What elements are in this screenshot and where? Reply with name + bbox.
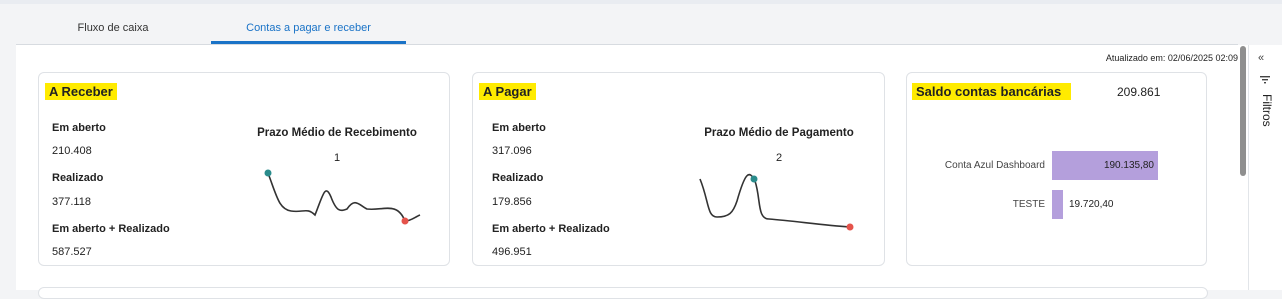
- prazo-medio-title: Prazo Médio de Recebimento: [257, 127, 417, 139]
- sparkline-start-point: [264, 169, 272, 177]
- saldo-total-value: 209.861: [1117, 85, 1161, 99]
- card-a-pagar: A Pagar Em aberto 317.096 Realizado 179.…: [472, 72, 885, 266]
- total-value: 587.527: [52, 246, 92, 258]
- card-saldo-contas-bancarias: Saldo contas bancárias 209.861 Conta Azu…: [906, 72, 1207, 266]
- sparkline-end-point: [401, 217, 409, 225]
- double-chevron-left-icon[interactable]: «: [1258, 52, 1264, 64]
- account-bar[interactable]: [1052, 190, 1063, 219]
- total-value: 496.951: [492, 246, 532, 258]
- account-label: TESTE: [1012, 199, 1045, 210]
- em-aberto-label: Em aberto: [492, 122, 546, 134]
- tab-bar: Fluxo de caixa Contas a pagar e receber: [16, 14, 1238, 45]
- filter-icon[interactable]: [1260, 76, 1270, 84]
- next-card: [38, 287, 1208, 299]
- realizado-value: 377.118: [52, 196, 91, 208]
- sparkline-path: [699, 173, 851, 228]
- card-title: A Pagar: [479, 83, 536, 100]
- sparkline-path: [267, 172, 421, 222]
- prazo-pagamento-sparkline: [699, 173, 854, 231]
- total-label: Em aberto + Realizado: [492, 223, 610, 235]
- account-label: Conta Azul Dashboard: [944, 160, 1045, 171]
- realizado-value: 179.856: [492, 196, 532, 208]
- tab-contas-a-pagar-e-receber[interactable]: Contas a pagar e receber: [211, 14, 406, 44]
- card-a-receber: A Receber Em aberto 210.408 Realizado 37…: [38, 72, 450, 266]
- sparkline-start-point: [750, 175, 758, 183]
- prazo-medio-title: Prazo Médio de Pagamento: [704, 127, 854, 139]
- em-aberto-value: 210.408: [52, 145, 92, 157]
- em-aberto-label: Em aberto: [52, 122, 106, 134]
- filtros-label[interactable]: Filtros: [1260, 94, 1274, 127]
- total-label: Em aberto + Realizado: [52, 223, 170, 235]
- prazo-medio-value: 2: [775, 152, 783, 164]
- prazo-medio-value: 1: [333, 152, 341, 164]
- account-bar-value: 19.720,40: [1069, 199, 1114, 210]
- prazo-recebimento-sparkline: [264, 169, 421, 225]
- card-title: A Receber: [45, 83, 117, 100]
- top-strip: [0, 0, 1282, 4]
- scrollbar-thumb[interactable]: [1240, 46, 1246, 176]
- tab-fluxo-de-caixa[interactable]: Fluxo de caixa: [18, 14, 208, 43]
- realizado-label: Realizado: [52, 172, 104, 184]
- sparkline-end-point: [846, 223, 854, 231]
- card-title: Saldo contas bancárias: [912, 83, 1072, 100]
- account-bar-value: 190.135,80: [1103, 160, 1154, 171]
- em-aberto-value: 317.096: [492, 145, 532, 157]
- realizado-label: Realizado: [492, 172, 544, 184]
- updated-timestamp: Atualizado em: 02/06/2025 02:09: [1105, 53, 1238, 63]
